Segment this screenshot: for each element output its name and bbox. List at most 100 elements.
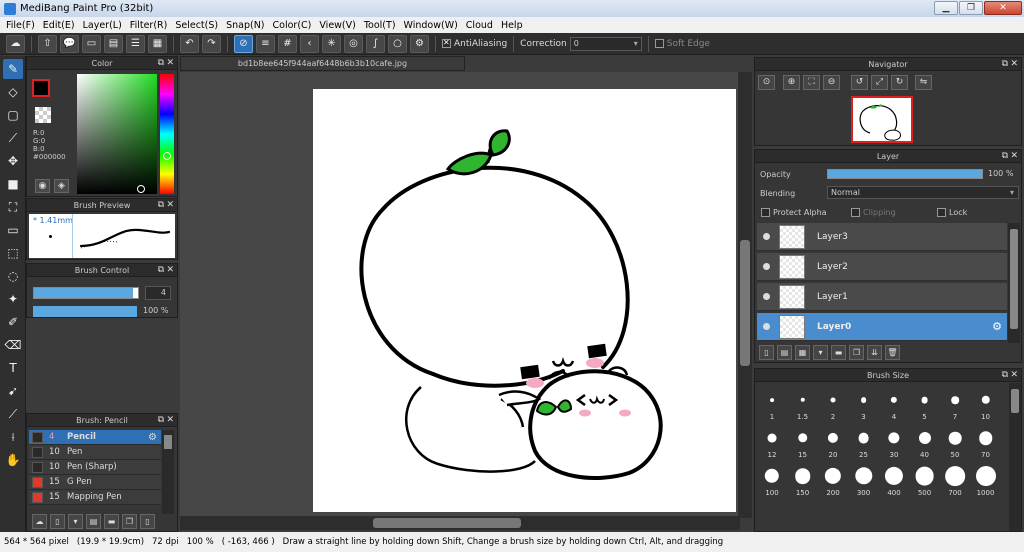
picker-marker[interactable] bbox=[137, 185, 145, 193]
visibility-icon[interactable] bbox=[763, 323, 770, 330]
brush-size-option[interactable]: 200 bbox=[818, 463, 848, 499]
curve-snap-icon[interactable]: ∫ bbox=[366, 34, 385, 53]
undock-icon[interactable]: ⧉ bbox=[158, 199, 164, 212]
brush-opacity-slider[interactable] bbox=[33, 306, 137, 317]
close-icon[interactable]: ✕ bbox=[1010, 58, 1018, 71]
scrollbar-thumb[interactable] bbox=[1010, 229, 1018, 329]
divide-tool-icon[interactable]: ⟋ bbox=[3, 404, 23, 424]
saturation-value-picker[interactable] bbox=[77, 74, 157, 194]
select-pen-tool-icon[interactable]: ✐ bbox=[3, 312, 23, 332]
document-tab[interactable]: bd1b8ee645f944aaf6448b6b3b10cafe.jpg bbox=[180, 56, 465, 71]
text-tool-icon[interactable]: T bbox=[3, 358, 23, 378]
duplicate-layer-icon[interactable]: ❐ bbox=[849, 344, 864, 360]
parallel-snap-icon[interactable]: ≡ bbox=[256, 34, 275, 53]
brush-size-option[interactable]: 1.5 bbox=[788, 387, 818, 423]
lock-toggle[interactable]: Lock bbox=[937, 208, 967, 217]
brush-size-option[interactable]: 40 bbox=[910, 425, 940, 461]
duplicate-brush-icon[interactable]: ❐ bbox=[122, 513, 137, 529]
menu-tool[interactable]: Tool(T) bbox=[360, 20, 400, 31]
hue-slider[interactable] bbox=[160, 74, 174, 194]
brush-size-option[interactable]: 2 bbox=[818, 387, 848, 423]
soft-edge-toggle[interactable]: Soft Edge bbox=[654, 38, 710, 49]
dot-brush-tool-icon[interactable]: ⟋ bbox=[3, 128, 23, 148]
rotate-right-icon[interactable]: ↻ bbox=[891, 75, 908, 90]
visibility-icon[interactable] bbox=[763, 233, 770, 240]
comment-icon[interactable]: 💬 bbox=[60, 34, 79, 53]
canvas-vertical-scrollbar[interactable] bbox=[738, 72, 752, 518]
concentric-snap-icon[interactable]: ◎ bbox=[344, 34, 363, 53]
close-window-button[interactable]: ✕ bbox=[984, 1, 1022, 15]
flip-horizontal-icon[interactable]: ⇋ bbox=[915, 75, 932, 90]
bucket-tool-icon[interactable]: ⛶ bbox=[3, 197, 23, 217]
delete-brush-icon[interactable]: ▯ bbox=[140, 513, 155, 529]
navigator-thumbnail[interactable] bbox=[851, 96, 913, 143]
circle-snap-icon[interactable]: ○ bbox=[388, 34, 407, 53]
rectangle-tool-icon[interactable]: ▢ bbox=[3, 105, 23, 125]
menu-edit[interactable]: Edit(E) bbox=[39, 20, 79, 31]
cloud-brush-icon[interactable]: ☁ bbox=[32, 513, 47, 529]
brush-size-option[interactable]: 1 bbox=[757, 387, 787, 423]
brush-settings-icon[interactable]: ▤ bbox=[86, 513, 101, 529]
transparent-color-swatch[interactable] bbox=[35, 107, 51, 123]
antialiasing-toggle[interactable]: AntiAliasing bbox=[442, 38, 507, 49]
antialiasing-checkbox[interactable] bbox=[442, 38, 451, 48]
delete-layer-icon[interactable]: 🗑 bbox=[885, 344, 900, 360]
color-palette-icon[interactable]: ◉ bbox=[35, 179, 50, 193]
brush-size-option[interactable]: 300 bbox=[849, 463, 879, 499]
foreground-color-swatch[interactable] bbox=[32, 79, 50, 97]
menu-window[interactable]: Window(W) bbox=[400, 20, 462, 31]
scrollbar-thumb[interactable] bbox=[373, 518, 521, 528]
brush-size-scrollbar[interactable] bbox=[1009, 383, 1021, 531]
brush-item[interactable]: 15 G Pen bbox=[29, 475, 161, 490]
menu-cloud[interactable]: Cloud bbox=[462, 20, 497, 31]
layer-list-scrollbar[interactable] bbox=[1008, 223, 1020, 343]
brush-size-option[interactable]: 500 bbox=[910, 463, 940, 499]
lock-checkbox[interactable] bbox=[937, 208, 946, 217]
undock-icon[interactable]: ⧉ bbox=[158, 414, 164, 427]
brush-size-slider[interactable] bbox=[33, 287, 139, 299]
canvas-area[interactable] bbox=[180, 72, 752, 518]
rotate-left-icon[interactable]: ↺ bbox=[851, 75, 868, 90]
brush-size-option[interactable]: 70 bbox=[971, 425, 1001, 461]
brush-size-option[interactable]: 150 bbox=[788, 463, 818, 499]
brush-size-option[interactable]: 4 bbox=[879, 387, 909, 423]
clipping-toggle[interactable]: Clipping bbox=[851, 208, 896, 217]
blending-select[interactable]: Normal bbox=[827, 186, 1019, 199]
close-icon[interactable]: ✕ bbox=[166, 199, 174, 212]
select-eraser-tool-icon[interactable]: ⌫ bbox=[3, 335, 23, 355]
brush-tool-icon[interactable]: ✎ bbox=[3, 59, 23, 79]
undock-icon[interactable]: ⧉ bbox=[158, 57, 164, 70]
scrollbar-thumb[interactable] bbox=[164, 435, 172, 449]
list-icon[interactable]: ☰ bbox=[126, 34, 145, 53]
brush-size-option[interactable]: 5 bbox=[910, 387, 940, 423]
new-layer-icon[interactable]: ▯ bbox=[759, 344, 774, 360]
eraser-tool-icon[interactable]: ◇ bbox=[3, 82, 23, 102]
document-icon[interactable]: ▤ bbox=[104, 34, 123, 53]
brush-item[interactable]: 15 Mapping Pen bbox=[29, 490, 161, 505]
layer-row[interactable]: Layer1 bbox=[757, 283, 1007, 311]
brush-size-option[interactable]: 400 bbox=[879, 463, 909, 499]
brush-size-option[interactable]: 7 bbox=[940, 387, 970, 423]
canvas-paper[interactable] bbox=[313, 89, 736, 512]
scrollbar-thumb[interactable] bbox=[740, 240, 750, 366]
upload-icon[interactable]: ⇧ bbox=[38, 34, 57, 53]
soft-edge-checkbox[interactable] bbox=[654, 38, 664, 48]
protect-alpha-toggle[interactable]: Protect Alpha bbox=[761, 208, 827, 217]
visibility-icon[interactable] bbox=[763, 263, 770, 270]
merge-layer-icon[interactable]: ⇊ bbox=[867, 344, 882, 360]
menu-filter[interactable]: Filter(R) bbox=[126, 20, 172, 31]
brush-size-option[interactable]: 12 bbox=[757, 425, 787, 461]
menu-help[interactable]: Help bbox=[497, 20, 527, 31]
menu-view[interactable]: View(V) bbox=[315, 20, 359, 31]
undock-icon[interactable]: ⧉ bbox=[158, 264, 164, 277]
gradient-tool-icon[interactable]: ▭ bbox=[3, 220, 23, 240]
close-icon[interactable]: ✕ bbox=[1010, 369, 1018, 382]
layer-row[interactable]: Layer3 bbox=[757, 223, 1007, 251]
hand-tool-icon[interactable]: ✋ bbox=[3, 450, 23, 470]
undock-icon[interactable]: ⧉ bbox=[1002, 369, 1008, 382]
hue-marker[interactable] bbox=[163, 152, 171, 160]
brush-size-option[interactable]: 50 bbox=[940, 425, 970, 461]
brush-size-option[interactable]: 3 bbox=[849, 387, 879, 423]
brush-size-option[interactable]: 1000 bbox=[971, 463, 1001, 499]
perspective-snap-icon[interactable]: ‹ bbox=[300, 34, 319, 53]
